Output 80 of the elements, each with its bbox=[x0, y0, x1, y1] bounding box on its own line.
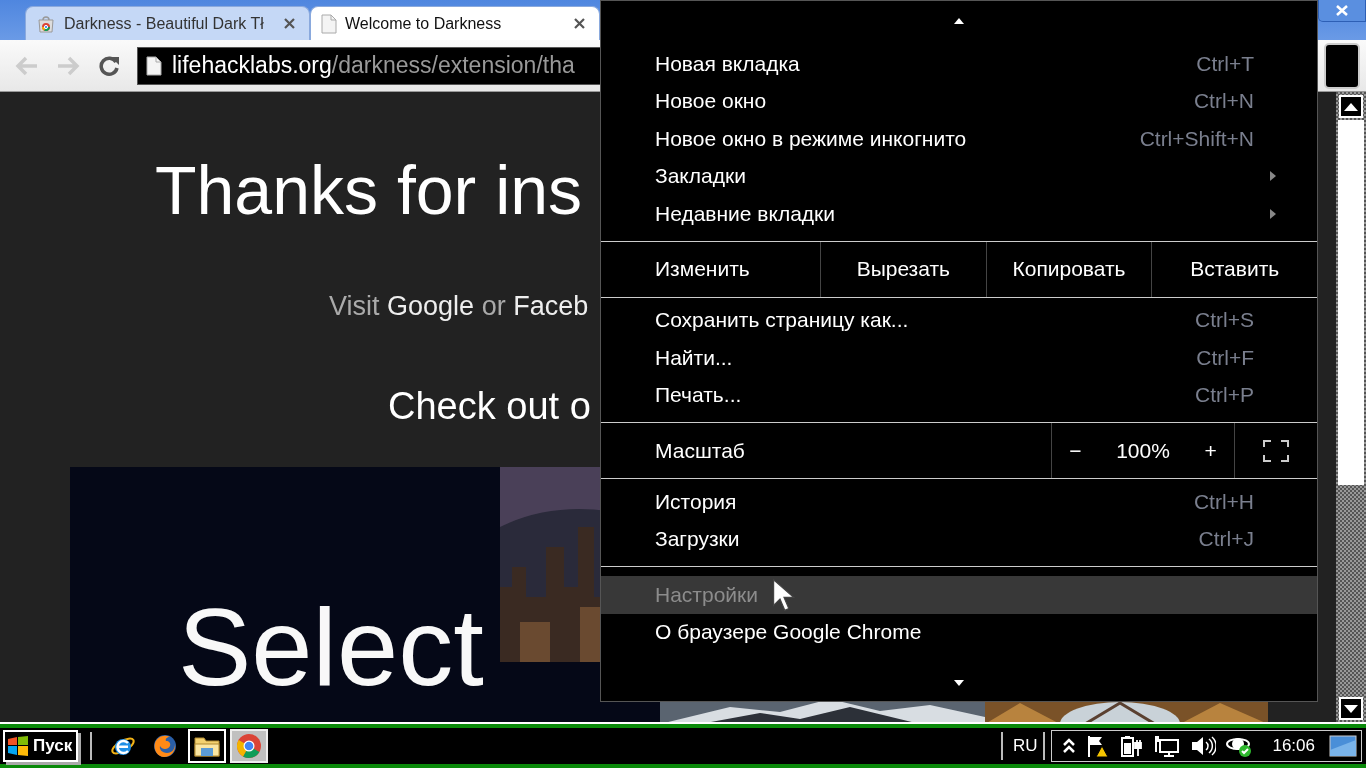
tab-title: Welcome to Darkness bbox=[345, 14, 503, 33]
network-monitor-icon[interactable] bbox=[1154, 734, 1181, 758]
zoom-out-button[interactable]: − bbox=[1069, 438, 1082, 463]
browser-tab[interactable]: Darkness - Beautiful Dark Tł bbox=[25, 6, 310, 40]
fox-globe-icon bbox=[152, 733, 179, 759]
menu-item-label: Новая вкладка bbox=[655, 51, 800, 76]
menu-item[interactable]: Найти... Ctrl+F bbox=[601, 339, 1317, 377]
menu-item[interactable]: О браузере Google Chrome bbox=[601, 613, 1317, 651]
menu-item-label: Новое окно bbox=[655, 89, 767, 114]
menu-item-label: Закладки bbox=[655, 164, 746, 189]
menu-button[interactable] bbox=[1324, 42, 1360, 89]
menu-item[interactable]: Недавние вкладки bbox=[601, 195, 1317, 233]
chevron-up-icon[interactable] bbox=[1062, 737, 1077, 755]
zoom-label: Масштаб bbox=[654, 437, 746, 464]
shortcut-text: Ctrl+S bbox=[1195, 308, 1254, 333]
flag-warning-icon[interactable] bbox=[1086, 734, 1111, 758]
scroll-thumb[interactable] bbox=[1338, 120, 1364, 485]
shortcut-text: Ctrl+J bbox=[1198, 527, 1254, 552]
speaker-icon[interactable] bbox=[1190, 734, 1217, 758]
tab-title: Darkness - Beautiful Dark Tł bbox=[64, 14, 265, 33]
menu-item-label: Загрузки bbox=[655, 527, 740, 552]
menu-item-label: Печать... bbox=[655, 383, 742, 408]
visit-text: Visit Google or Faceb bbox=[329, 290, 589, 323]
edit-button[interactable]: Копировать bbox=[986, 241, 1153, 297]
window-close-button[interactable] bbox=[1318, 0, 1366, 22]
up-arrow-icon bbox=[1344, 102, 1358, 111]
start-button[interactable]: Пуск bbox=[3, 730, 79, 762]
zoom-value: 100% bbox=[1116, 438, 1170, 463]
fullscreen-icon[interactable] bbox=[1263, 439, 1289, 462]
menu-item-label: История bbox=[655, 489, 737, 514]
page-heading: Thanks for ins bbox=[155, 152, 583, 228]
browser-tab[interactable]: Welcome to Darkness bbox=[310, 6, 600, 40]
menu-item-label: Сохранить страницу как... bbox=[655, 308, 909, 333]
document-icon bbox=[321, 13, 337, 34]
scroll-up-arrow-icon[interactable] bbox=[954, 18, 964, 24]
menu-item[interactable]: Загрузки Ctrl+J bbox=[601, 520, 1317, 558]
scrollbar[interactable] bbox=[1336, 92, 1366, 724]
menu-item-label: Недавние вкладки bbox=[655, 201, 835, 226]
menu-item[interactable]: История Ctrl+H bbox=[601, 483, 1317, 521]
scroll-down-arrow-icon[interactable] bbox=[954, 680, 964, 686]
close-icon bbox=[1335, 5, 1349, 16]
menu-item-label: Новое окно в режиме инкогнито bbox=[655, 126, 967, 151]
close-icon[interactable] bbox=[284, 18, 295, 29]
shortcut-text: Ctrl+P bbox=[1195, 383, 1254, 408]
shortcut-text: Ctrl+H bbox=[1193, 489, 1254, 514]
edit-button[interactable]: Вставить bbox=[1152, 241, 1317, 297]
document-icon bbox=[146, 55, 162, 76]
menu-item[interactable]: Новое окно Ctrl+N bbox=[601, 82, 1317, 120]
shortcut-text: Ctrl+T bbox=[1196, 51, 1254, 76]
page-subheading: Check out o bbox=[388, 384, 591, 429]
shortcut-text: Ctrl+Shift+N bbox=[1139, 126, 1254, 151]
shortcut-text: Ctrl+F bbox=[1196, 345, 1254, 370]
menu-item[interactable]: Новая вкладка Ctrl+T bbox=[601, 45, 1317, 83]
mouse-pointer-icon bbox=[772, 578, 796, 612]
scroll-down-button[interactable] bbox=[1339, 697, 1363, 720]
chrome-logo-icon bbox=[236, 733, 263, 759]
menu-item[interactable]: Сохранить страницу как... Ctrl+S bbox=[601, 301, 1317, 339]
menu-item-label: О браузере Google Chrome bbox=[655, 620, 922, 645]
shortcut-text: Ctrl+N bbox=[1193, 89, 1254, 114]
menu-item-label: Найти... bbox=[655, 345, 733, 370]
edit-button[interactable]: Вырезать bbox=[821, 241, 987, 297]
clock-text[interactable]: 16:06 bbox=[1272, 736, 1315, 756]
battery-plug-icon[interactable] bbox=[1120, 734, 1145, 758]
windows-flag-icon bbox=[7, 735, 29, 757]
menu-item-label: Настройки bbox=[655, 582, 758, 607]
show-desktop-icon[interactable] bbox=[1329, 734, 1357, 758]
close-icon[interactable] bbox=[574, 18, 585, 29]
taskbar-app-button[interactable] bbox=[230, 729, 269, 763]
reload-icon[interactable] bbox=[98, 54, 120, 77]
edit-label: Изменить bbox=[601, 241, 821, 297]
banner-title: Select bbox=[177, 584, 485, 707]
down-arrow-icon bbox=[1344, 704, 1358, 713]
store-bag-icon bbox=[36, 13, 56, 34]
zoom-in-button[interactable]: + bbox=[1204, 438, 1217, 463]
language-indicator[interactable]: RU bbox=[1006, 736, 1044, 756]
menu-item[interactable]: Закладки bbox=[601, 157, 1317, 195]
scroll-up-button[interactable] bbox=[1339, 95, 1363, 118]
url-text: lifehacklabs.org/darkness/extension/tha bbox=[172, 52, 575, 79]
menu-item[interactable]: Новое окно в режиме инкогнито Ctrl+Shift+N bbox=[601, 120, 1317, 158]
menu-item[interactable]: Печать... Ctrl+P bbox=[601, 376, 1317, 414]
